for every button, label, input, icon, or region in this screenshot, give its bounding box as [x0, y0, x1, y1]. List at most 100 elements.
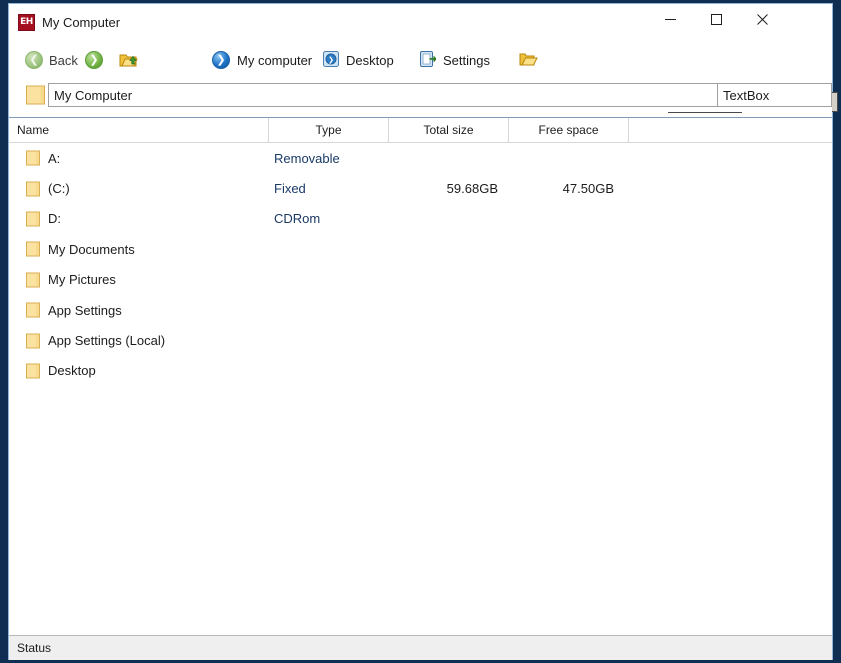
folder-icon [26, 333, 40, 349]
cell-name-label: My Pictures [48, 272, 116, 288]
cell-free-space [509, 143, 629, 173]
cell-name: App Settings [9, 295, 269, 325]
maximize-button[interactable] [693, 4, 739, 35]
cell-total-size [389, 234, 509, 264]
open-folder-icon [519, 51, 538, 67]
address-input-value: My Computer [54, 87, 133, 103]
cell-type: CDRom [274, 211, 321, 227]
cell-free-space [509, 325, 629, 355]
cell-name: App Settings (Local) [9, 325, 269, 355]
forward-arrow-icon: ❯ [85, 51, 103, 69]
cell-free-space [509, 295, 629, 325]
svg-text:❯: ❯ [328, 56, 334, 64]
folder-icon [26, 241, 40, 257]
back-arrow-icon: ❮ [25, 51, 43, 69]
cell-name-label: (C:) [48, 181, 70, 197]
toolbar: ❮ Back ❯ ❯ My computer ❯ Desktop Setting… [9, 41, 838, 113]
folder-icon [26, 150, 40, 166]
cell-name-label: A: [48, 150, 61, 166]
folder-icon [26, 85, 45, 105]
table-row[interactable]: Desktop [9, 356, 832, 386]
cell-name-label: My Documents [48, 241, 135, 257]
cell-type [269, 325, 389, 355]
table-row[interactable]: D: CDRom [9, 204, 832, 234]
cell-free-space: 47.50GB [562, 181, 614, 197]
cell-name-label: App Settings [48, 302, 122, 318]
settings-icon [420, 50, 437, 70]
side-textbox-value: TextBox [723, 87, 770, 103]
cell-type [269, 234, 389, 264]
table-row[interactable]: App Settings [9, 295, 832, 325]
back-button[interactable]: ❮ Back [25, 49, 78, 71]
cell-type: Removable [274, 150, 340, 166]
close-button[interactable] [739, 4, 785, 35]
nav-settings[interactable]: Settings [420, 49, 490, 71]
table-row[interactable]: App Settings (Local) [9, 325, 832, 355]
cell-type: Fixed [274, 181, 306, 197]
cell-total-size [389, 356, 509, 386]
forward-button[interactable]: ❯ [85, 49, 103, 71]
nav-desktop[interactable]: ❯ Desktop [323, 49, 394, 71]
window-client-area: EH My Computer ❮ Back ❯ ❯ My computer ❯ … [8, 3, 838, 660]
cell-total-size [389, 143, 509, 173]
file-list-rows: A: Removable (C:) Fixed 59.68GB 47.50GB D: CDR… [9, 143, 832, 386]
eh-app-icon: EH [18, 14, 35, 31]
cell-type [269, 265, 389, 295]
nav-my-computer-label: My computer [237, 52, 313, 68]
cell-total-size [389, 295, 509, 325]
column-header-type[interactable]: Type [269, 118, 389, 142]
close-icon [756, 14, 768, 25]
folder-icon [26, 181, 40, 197]
up-folder-icon [119, 51, 138, 67]
cell-name-label: Desktop [48, 363, 96, 379]
address-bar: My Computer TextBox [9, 79, 832, 112]
minimize-button[interactable] [647, 4, 693, 35]
cell-name: My Pictures [9, 265, 269, 295]
file-list: Name Type Total size Free space A: Remova… [9, 117, 832, 635]
back-button-label: Back [49, 52, 78, 68]
column-header-name[interactable]: Name [9, 118, 269, 142]
table-row[interactable]: A: Removable [9, 143, 832, 173]
cell-name-label: App Settings (Local) [48, 333, 166, 349]
my-computer-icon: ❯ [212, 51, 230, 69]
folder-icon [26, 363, 40, 379]
nav-settings-label: Settings [443, 52, 490, 68]
cell-free-space [509, 234, 629, 264]
cell-name: D: [9, 204, 269, 234]
app-icon-glyph: EH [20, 17, 33, 27]
address-input[interactable]: My Computer [48, 83, 733, 107]
title-bar: EH My Computer [9, 4, 832, 41]
cell-type [269, 356, 389, 386]
nav-my-computer[interactable]: ❯ My computer [212, 49, 312, 71]
up-one-level-button[interactable] [119, 48, 138, 70]
cell-name-label: D: [48, 211, 61, 227]
maximize-icon [710, 14, 722, 25]
table-row[interactable]: My Pictures [9, 265, 832, 295]
cell-free-space [509, 356, 629, 386]
cell-free-space [509, 265, 629, 295]
app-window: EH My Computer ❮ Back ❯ ❯ My computer ❯ … [0, 0, 841, 663]
status-bar: Status [9, 635, 832, 660]
column-header-row: Name Type Total size Free space [9, 118, 832, 143]
cell-type [269, 295, 389, 325]
cell-name: Desktop [9, 356, 269, 386]
cell-name: A: [9, 143, 269, 173]
table-row[interactable]: My Documents [9, 234, 832, 264]
folder-icon [26, 211, 40, 227]
new-folder-button[interactable] [519, 48, 538, 70]
minimize-icon [664, 19, 676, 20]
folder-icon [26, 272, 40, 288]
cell-free-space [509, 204, 629, 234]
table-row[interactable]: (C:) Fixed 59.68GB 47.50GB [9, 173, 832, 203]
status-text: Status [17, 641, 52, 655]
cell-total-size [389, 265, 509, 295]
cell-total-size [389, 325, 509, 355]
column-header-free-space[interactable]: Free space [509, 118, 629, 142]
column-header-blank[interactable] [629, 118, 832, 142]
column-header-total-size[interactable]: Total size [389, 118, 509, 142]
cell-total-size: 59.68GB [446, 181, 498, 197]
cell-total-size [389, 204, 509, 234]
desktop-icon: ❯ [323, 50, 339, 70]
side-textbox[interactable]: TextBox [717, 83, 832, 107]
window-title: My Computer [42, 15, 121, 30]
